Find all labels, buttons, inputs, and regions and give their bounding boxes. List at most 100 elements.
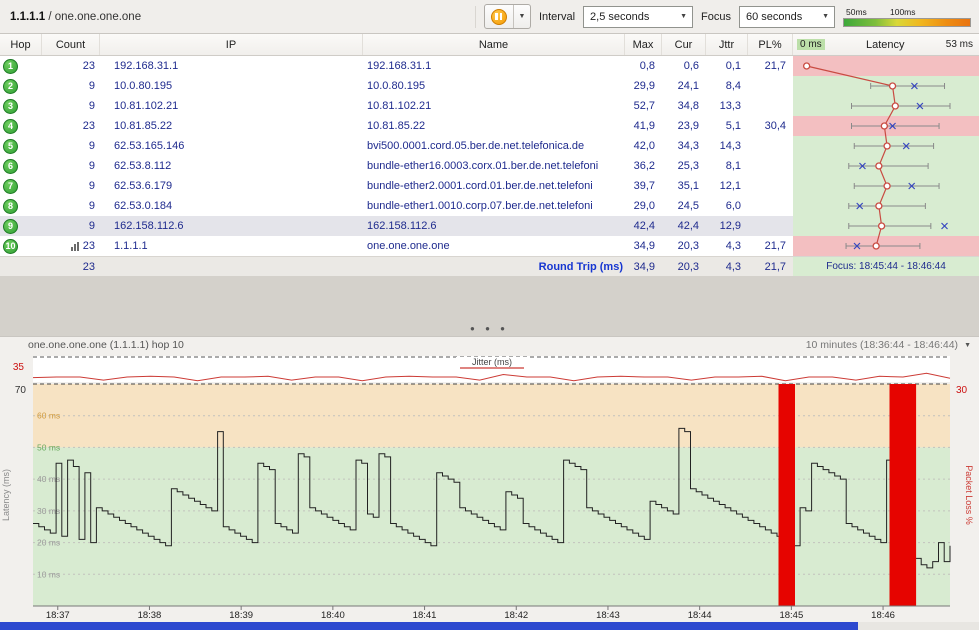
- count-cell: 23: [82, 60, 95, 72]
- hop-number-cell: 9: [0, 216, 42, 236]
- col-header-count[interactable]: Count: [42, 34, 100, 55]
- packetloss-cell: [748, 76, 793, 96]
- hop-row[interactable]: 10 23 1.1.1.1 one.one.one.one 34,9 20,3 4,3 21,…: [0, 236, 979, 256]
- svg-text:10 ms: 10 ms: [37, 569, 60, 579]
- jitter-cell: 8,1: [725, 160, 741, 172]
- name-cell: 162.158.112.6: [367, 220, 437, 232]
- max-cell: 29,9: [633, 80, 655, 92]
- hop-row[interactable]: 2 9 10.0.80.195 10.0.80.195 29,9 24,1 8,4: [0, 76, 979, 96]
- col-header-name[interactable]: Name: [363, 34, 625, 55]
- svg-text:Latency (ms): Latency (ms): [1, 469, 11, 521]
- hop-row[interactable]: 5 9 62.53.165.146 bvi500.0001.cord.05.ber.d…: [0, 136, 979, 156]
- pause-icon: [490, 8, 507, 25]
- interval-select[interactable]: 2,5 seconds ▼: [583, 5, 694, 28]
- jitter-cell: 13,3: [719, 100, 741, 112]
- footer-cur: 20,3: [677, 260, 699, 273]
- name-cell: one.one.one.one: [367, 240, 450, 252]
- pingplotter-window: 1.1.1.1 / one.one.one.one ▼ Interval 2,5…: [0, 0, 979, 630]
- hop-row[interactable]: 9 9 162.158.112.6 162.158.112.6 42,4 42,4 12,9: [0, 216, 979, 236]
- col-header-jitter[interactable]: Jttr: [706, 34, 748, 55]
- cur-cell: 34,8: [677, 100, 699, 112]
- jitter-cell: 0,1: [725, 60, 741, 72]
- cur-cell: 24,1: [677, 80, 699, 92]
- hop-row[interactable]: 6 9 62.53.8.112 bundle-ether16.0003.corx.01…: [0, 156, 979, 176]
- col-header-ip[interactable]: IP: [100, 34, 363, 55]
- col-header-max[interactable]: Max: [625, 34, 662, 55]
- splitter-handle[interactable]: ● ● ●: [0, 324, 979, 333]
- hop-number-cell: 7: [0, 176, 42, 196]
- pause-button[interactable]: [485, 5, 513, 28]
- col-header-hop[interactable]: Hop: [0, 34, 42, 55]
- latency-graph-cell: [793, 116, 979, 136]
- graph-title: one.one.one.one (1.1.1.1) hop 10: [28, 339, 184, 351]
- interval-value: 2,5 seconds: [590, 10, 650, 23]
- focus-period-bar[interactable]: [0, 622, 859, 630]
- legend-50ms: 50ms: [846, 6, 867, 17]
- hop-row[interactable]: 7 9 62.53.6.179 bundle-ether2.0001.cord.01.…: [0, 176, 979, 196]
- latency-graph-cell: [793, 236, 979, 256]
- focus-select[interactable]: 60 seconds ▼: [739, 5, 835, 28]
- col-header-latency[interactable]: 0 ms Latency 53 ms: [793, 34, 979, 55]
- focus-range-label: Focus: 18:45:44 - 18:46:44: [793, 257, 979, 276]
- hop-row[interactable]: 3 9 10.81.102.21 10.81.102.21 52,7 34,8 13,3: [0, 96, 979, 116]
- table-header-row: Hop Count IP Name Max Cur Jttr PL% 0 ms …: [0, 34, 979, 56]
- max-cell: 52,7: [633, 100, 655, 112]
- latency-scale-min: 0 ms: [797, 39, 825, 50]
- focus-label: Focus: [701, 10, 731, 23]
- svg-text:35: 35: [13, 362, 25, 373]
- packetloss-cell: [748, 216, 793, 236]
- ip-cell: 10.81.85.22: [114, 120, 173, 132]
- max-cell: 39,7: [633, 180, 655, 192]
- count-cell: 23: [82, 120, 95, 132]
- focused-graph-icon: [70, 241, 79, 251]
- latency-gradient-bar: [843, 17, 971, 27]
- timeline-graph[interactable]: 35 Jitter (ms) 10 ms 20 ms 30 ms 40 ms 50 ms 60…: [0, 353, 979, 622]
- hop-badge: 8: [3, 198, 18, 214]
- svg-text:70: 70: [15, 385, 27, 396]
- svg-text:18:46: 18:46: [871, 610, 895, 621]
- hop-row[interactable]: 8 9 62.53.0.184 bundle-ether1.0010.corp.07.…: [0, 196, 979, 216]
- jitter-cell: 12,9: [719, 220, 741, 232]
- count-cell: 9: [88, 80, 95, 92]
- chevron-down-icon[interactable]: ▼: [964, 342, 971, 349]
- hop-table-body: 1 23 192.168.31.1 192.168.31.1 0,8 0,6 0,1 21,7…: [0, 56, 979, 256]
- pause-dropdown-button[interactable]: ▼: [512, 5, 530, 28]
- footer-hop-cell: [0, 257, 42, 276]
- hop-number-cell: 5: [0, 136, 42, 156]
- cur-cell: 35,1: [677, 180, 699, 192]
- hop-badge: 9: [3, 218, 18, 234]
- hop-number-cell: 4: [0, 116, 42, 136]
- svg-text:18:38: 18:38: [138, 610, 162, 621]
- col-header-packetloss[interactable]: PL%: [748, 34, 793, 55]
- latency-graph-cell: [793, 156, 979, 176]
- svg-text:60 ms: 60 ms: [37, 411, 60, 421]
- target-title: 1.1.1.1 / one.one.one.one: [10, 11, 141, 23]
- footer-max: 34,9: [633, 260, 655, 273]
- count-cell: 9: [88, 180, 95, 192]
- ip-cell: 10.81.102.21: [114, 100, 179, 112]
- name-cell: 10.0.80.195: [367, 80, 426, 92]
- packetloss-cell: [748, 196, 793, 216]
- cur-cell: 42,4: [677, 220, 699, 232]
- svg-text:18:43: 18:43: [596, 610, 620, 621]
- hop-row[interactable]: 4 23 10.81.85.22 10.81.85.22 41,9 23,9 5,1 30,4: [0, 116, 979, 136]
- hop-number-cell: 6: [0, 156, 42, 176]
- hop-row[interactable]: 1 23 192.168.31.1 192.168.31.1 0,8 0,6 0,1 21,7: [0, 56, 979, 76]
- ip-cell: 162.158.112.6: [114, 220, 184, 232]
- cur-cell: 34,3: [677, 140, 699, 152]
- chevron-down-icon: ▼: [822, 13, 829, 20]
- latency-graph-cell: [793, 196, 979, 216]
- packetloss-cell: [748, 96, 793, 116]
- svg-text:Jitter (ms): Jitter (ms): [472, 357, 512, 367]
- svg-text:18:41: 18:41: [413, 610, 437, 621]
- timeline-header: one.one.one.one (1.1.1.1) hop 10 10 minu…: [0, 336, 979, 353]
- cur-cell: 20,3: [677, 240, 699, 252]
- svg-text:Packet Loss %: Packet Loss %: [964, 465, 974, 525]
- count-cell: 9: [88, 100, 95, 112]
- latency-color-legend: 50ms 100ms: [843, 7, 971, 27]
- hop-number-cell: 2: [0, 76, 42, 96]
- col-header-cur[interactable]: Cur: [662, 34, 706, 55]
- hop-number-cell: 1: [0, 56, 42, 76]
- ip-cell: 62.53.165.146: [114, 140, 185, 152]
- footer-ip-cell: [100, 257, 363, 276]
